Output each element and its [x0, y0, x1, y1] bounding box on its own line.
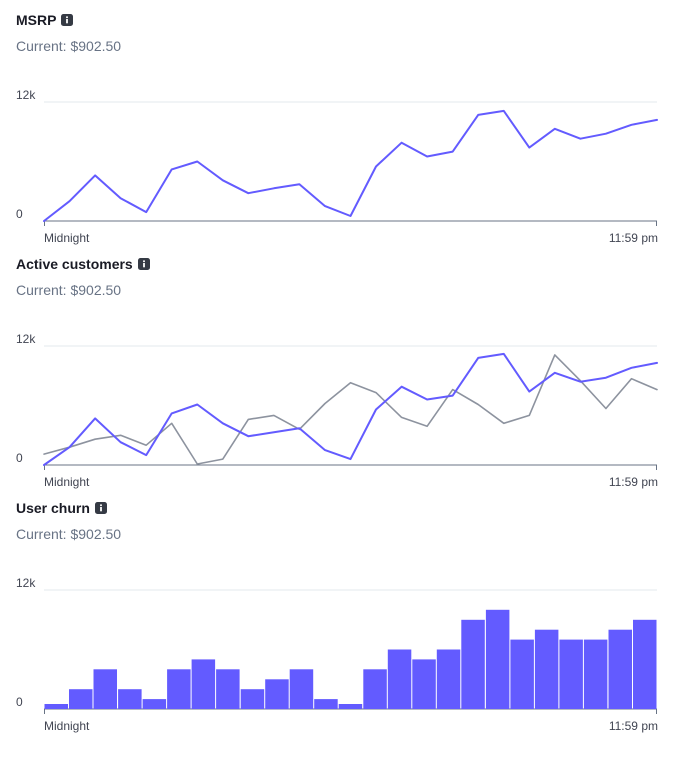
y-tick-label: 0 [16, 451, 23, 465]
chart-title: MSRP [16, 12, 57, 28]
bar [167, 669, 191, 709]
x-tick-label-start: Midnight [44, 719, 90, 733]
bar [436, 649, 461, 709]
chart-header: MSRP Current: $902.50 [16, 10, 121, 54]
bar [534, 629, 559, 709]
chart-title-row: Active customers [16, 254, 150, 274]
chart-plot: 12k 0 Midnight 11:59 pm [16, 88, 658, 245]
bar [583, 639, 608, 709]
current-value: Current: $902.50 [16, 38, 122, 54]
bar [559, 639, 583, 709]
bar [142, 699, 167, 709]
x-tick-label-end: 11:59 pm [609, 475, 658, 489]
x-tick-label-end: 11:59 pm [609, 231, 658, 245]
x-tick-label-start: Midnight [44, 231, 90, 245]
current-value: Current: $902.50 [16, 282, 122, 298]
bar [314, 699, 338, 709]
chart-panel: MSRP Current: $902.50 12k 0 Midnight 11:59 pm [0, 10, 674, 254]
bar [387, 649, 412, 709]
bar [265, 679, 289, 710]
chart-plot: 12k 0 Midnight 11:59 pm [16, 576, 658, 733]
bar [338, 704, 363, 709]
series-line [43, 354, 658, 465]
bar [240, 689, 265, 709]
bar [485, 609, 510, 709]
bar [191, 659, 216, 709]
chart-panel: Active customers Current: $902.50 12k 0 Midn… [0, 254, 674, 498]
y-tick-label: 0 [16, 207, 23, 221]
y-tick-label: 12k [16, 332, 36, 346]
chart-title-row: MSRP [16, 10, 121, 30]
x-tick-label-end: 11:59 pm [609, 719, 658, 733]
info-icon[interactable] [137, 258, 150, 270]
bar [363, 669, 387, 709]
series-line [43, 109, 658, 222]
y-tick-label: 12k [16, 88, 36, 102]
bar [216, 669, 240, 709]
bar [608, 629, 632, 709]
chart-header: User churn Current: $902.50 [16, 498, 121, 542]
bar [93, 669, 117, 709]
bar [461, 619, 485, 710]
bar [289, 669, 314, 709]
series-line [43, 352, 658, 466]
bar [69, 689, 93, 709]
bar [44, 704, 68, 709]
chart-panel: User churn Current: $902.50 12k 0 Midnight 11… [0, 498, 674, 742]
chart-title-row: User churn [16, 498, 121, 518]
info-icon[interactable] [61, 14, 74, 26]
chart-title: Active customers [16, 256, 133, 272]
info-icon[interactable] [94, 502, 107, 514]
bar [412, 659, 436, 709]
x-tick-label-start: Midnight [44, 475, 90, 489]
current-value: Current: $902.50 [16, 526, 122, 542]
chart-title: User churn [16, 500, 90, 516]
y-tick-label: 0 [16, 695, 23, 709]
chart-plot: 12k 0 Midnight 11:59 pm [16, 332, 658, 489]
bar [633, 619, 657, 710]
y-tick-label: 12k [16, 576, 36, 590]
chart-header: Active customers Current: $902.50 [16, 254, 150, 298]
bar [510, 639, 534, 709]
bar [118, 689, 142, 709]
